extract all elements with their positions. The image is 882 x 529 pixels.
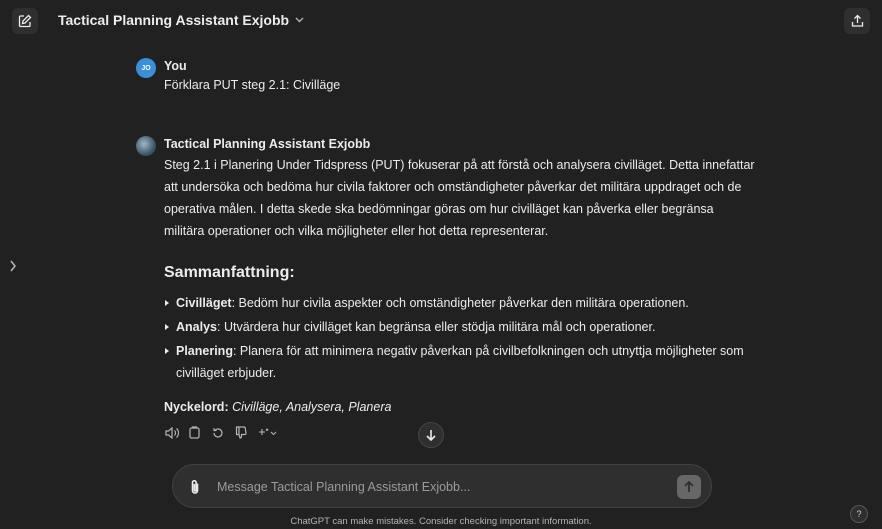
help-button[interactable]: ?: [850, 505, 868, 523]
message-input[interactable]: [217, 475, 637, 499]
attach-button[interactable]: [187, 478, 203, 496]
sidebar-toggle[interactable]: [8, 258, 18, 274]
copy-icon: [189, 426, 200, 439]
sparkle-icon: [259, 428, 277, 435]
share-button[interactable]: [844, 8, 870, 34]
scroll-down-button[interactable]: [418, 422, 444, 448]
paperclip-icon: [191, 479, 199, 494]
top-bar: Tactical Planning Assistant Exjobb: [0, 0, 882, 44]
message-actions: [164, 425, 278, 440]
arrow-down-icon: [426, 430, 436, 441]
bullet-term: Planering: [176, 344, 233, 358]
bullet-term: Analys: [176, 320, 217, 334]
summary-list: Civilläget: Bedöm hur civila aspekter oc…: [164, 292, 756, 384]
thumbs-down-icon: [235, 426, 247, 439]
assistant-avatar: [136, 136, 156, 156]
list-item: Civilläget: Bedöm hur civila aspekter oc…: [164, 292, 756, 314]
bullet-term: Civilläget: [176, 296, 232, 310]
keywords-line: Nyckelord: Civilläge, Analysera, Planera: [164, 398, 756, 416]
share-icon: [851, 14, 863, 27]
list-item: Analys: Utvärdera hur civilläget kan beg…: [164, 316, 756, 338]
message-paragraph: Steg 2.1 i Planering Under Tidspress (PU…: [164, 158, 755, 238]
page-title: Tactical Planning Assistant Exjobb: [58, 12, 290, 28]
speaker-icon: [164, 426, 179, 439]
message-text: Förklara PUT steg 2.1: Civilläge: [164, 78, 341, 92]
send-button[interactable]: [677, 475, 701, 499]
message-author: You: [164, 59, 187, 73]
arrow-up-icon: [684, 481, 694, 492]
disclaimer-text: ChatGPT can make mistakes. Consider chec…: [290, 516, 592, 527]
summary-heading: Sammanfattning:: [164, 264, 295, 281]
user-message: JO You Förklara PUT steg 2.1: Civilläge: [136, 58, 756, 94]
chevron-down-icon: [295, 17, 304, 23]
bullet-text: : Bedöm hur civila aspekter och omständi…: [231, 296, 689, 310]
list-item: Planering: Planera för att minimera nega…: [164, 340, 756, 384]
regenerate-button[interactable]: [210, 425, 225, 440]
read-aloud-button[interactable]: [164, 425, 179, 440]
bullet-text: : Utvärdera hur civilläget kan begränsa …: [217, 320, 656, 334]
chevron-right-icon: [10, 260, 16, 272]
keywords-label: Nyckelord:: [164, 400, 229, 414]
bullet-text: : Planera för att minimera negativ påver…: [176, 344, 744, 380]
model-selector[interactable]: Tactical Planning Assistant Exjobb: [58, 12, 304, 28]
model-switch-button[interactable]: [256, 425, 278, 440]
avatar: JO: [136, 58, 156, 78]
copy-button[interactable]: [187, 425, 202, 440]
keywords-value: Civilläge, Analysera, Planera: [232, 400, 392, 414]
edit-icon: [18, 14, 32, 28]
message-author: Tactical Planning Assistant Exjobb: [164, 137, 371, 151]
thumbs-down-button[interactable]: [233, 425, 248, 440]
new-chat-button[interactable]: [12, 8, 38, 34]
assistant-message: Tactical Planning Assistant Exjobb Steg …: [136, 136, 756, 416]
message-composer: [172, 464, 712, 508]
regenerate-icon: [212, 427, 223, 438]
